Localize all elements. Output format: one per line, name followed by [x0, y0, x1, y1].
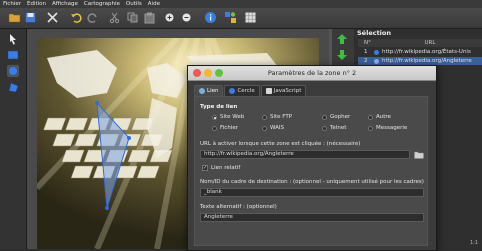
move-up-icon[interactable] — [336, 33, 348, 45]
table-row[interactable]: 2 http://fr.wikipedia.org/Angleterre — [358, 57, 482, 65]
radio-telnet-label: Telnet — [330, 125, 347, 131]
radio-fichier[interactable] — [212, 126, 217, 131]
radio-gopher[interactable] — [322, 115, 327, 120]
row-url: http://fr.wikipedia.org/États-Unis — [382, 49, 471, 55]
radio-site-web-label: Site Web — [220, 114, 245, 120]
selection-table-header: N° URL — [358, 39, 482, 47]
open-folder-icon[interactable] — [8, 11, 21, 24]
radio-messagerie[interactable] — [368, 126, 373, 131]
url-label: URL à activer lorsque cette zone est cli… — [200, 141, 361, 147]
frame-target-input[interactable]: _blank — [200, 188, 424, 197]
dialog-titlebar: Paramètres de la zone n° 2 — [188, 66, 436, 81]
table-row[interactable]: 1 http://fr.wikipedia.org/États-Unis — [358, 48, 482, 56]
menu-help[interactable]: Aide — [148, 1, 160, 7]
radio-fichier-label: Fichier — [220, 125, 238, 131]
link-type-heading: Type de lien — [200, 104, 238, 110]
undo-icon[interactable] — [70, 11, 83, 24]
paste-icon[interactable] — [143, 11, 156, 24]
alt-text-input[interactable]: Angleterre — [200, 213, 424, 222]
zoom-status: 1:1 — [469, 240, 478, 246]
row-number: 1 — [364, 49, 368, 55]
menu-view[interactable]: Affichage — [52, 1, 78, 7]
shapes-icon[interactable] — [224, 11, 237, 24]
move-down-icon[interactable] — [336, 49, 348, 61]
radio-site-ftp[interactable] — [262, 115, 267, 120]
tools-icon[interactable] — [46, 11, 59, 24]
dialog-title: Paramètres de la zone n° 2 — [267, 69, 357, 77]
radio-wais[interactable] — [262, 126, 267, 131]
link-icon — [199, 88, 205, 94]
radio-gopher-label: Gopher — [330, 114, 351, 120]
column-number: N° — [364, 40, 371, 46]
tab-javascript[interactable]: JavaScript — [260, 85, 307, 96]
tab-circle[interactable]: Cercle — [224, 85, 260, 96]
column-url: URL — [424, 40, 436, 46]
pointer-tool-icon[interactable] — [7, 33, 19, 45]
menu-bar: Fichier Edition Affichage Cartographie O… — [0, 0, 482, 8]
rectangle-tool-icon[interactable] — [7, 49, 19, 61]
menu-file[interactable]: Fichier — [3, 1, 21, 7]
menu-edit[interactable]: Edition — [27, 1, 46, 7]
javascript-icon — [265, 88, 272, 94]
row-url: http://fr.wikipedia.org/Angleterre — [382, 58, 472, 64]
row-circle-icon — [374, 58, 379, 64]
radio-site-ftp-label: Site FTP — [270, 114, 293, 120]
save-icon[interactable] — [24, 11, 37, 24]
url-input[interactable]: http://fr.wikipedia.org/Angleterre — [200, 150, 410, 159]
circle-tool-icon[interactable] — [7, 65, 19, 77]
radio-messagerie-label: Messagerie — [376, 125, 408, 131]
relative-link-label: Lien relatif — [211, 165, 241, 171]
radio-wais-label: WAIS — [270, 125, 285, 131]
zone-parameters-dialog: Paramètres de la zone n° 2 Lien Cercle J… — [187, 65, 437, 251]
frame-target-label: Nom/ID du cadre de destination : (option… — [200, 179, 424, 185]
radio-site-web[interactable] — [212, 115, 217, 120]
grid-icon[interactable] — [244, 11, 257, 24]
alt-text-label: Texte alternatif : (optionnel) — [200, 204, 277, 210]
zoom-in-icon[interactable] — [163, 11, 176, 24]
radio-autre-label: Autre — [376, 114, 391, 120]
radio-telnet[interactable] — [322, 126, 327, 131]
link-tab-content: Type de lien Site Web Site FTP Gopher Au… — [194, 96, 428, 246]
row-circle-icon — [374, 49, 379, 55]
dialog-tabs: Lien Cercle JavaScript — [194, 85, 307, 96]
zoom-out-icon[interactable] — [180, 11, 193, 24]
tab-link[interactable]: Lien — [194, 85, 224, 96]
polygon-tool-icon[interactable] — [7, 81, 19, 93]
cut-icon[interactable] — [108, 11, 121, 24]
info-icon[interactable] — [204, 11, 217, 24]
selection-panel-title: Sélection — [357, 29, 392, 37]
toolbar — [0, 8, 482, 29]
menu-map[interactable]: Cartographie — [84, 1, 120, 7]
tool-sidebar — [0, 29, 27, 249]
menu-tools[interactable]: Outils — [126, 1, 142, 7]
copy-icon[interactable] — [126, 11, 139, 24]
circle-icon — [229, 88, 236, 94]
radio-autre[interactable] — [368, 115, 373, 120]
browse-folder-icon[interactable] — [414, 150, 424, 159]
redo-icon[interactable] — [86, 11, 99, 24]
row-number: 2 — [364, 58, 368, 64]
relative-link-checkbox[interactable]: ✓ — [202, 165, 208, 171]
